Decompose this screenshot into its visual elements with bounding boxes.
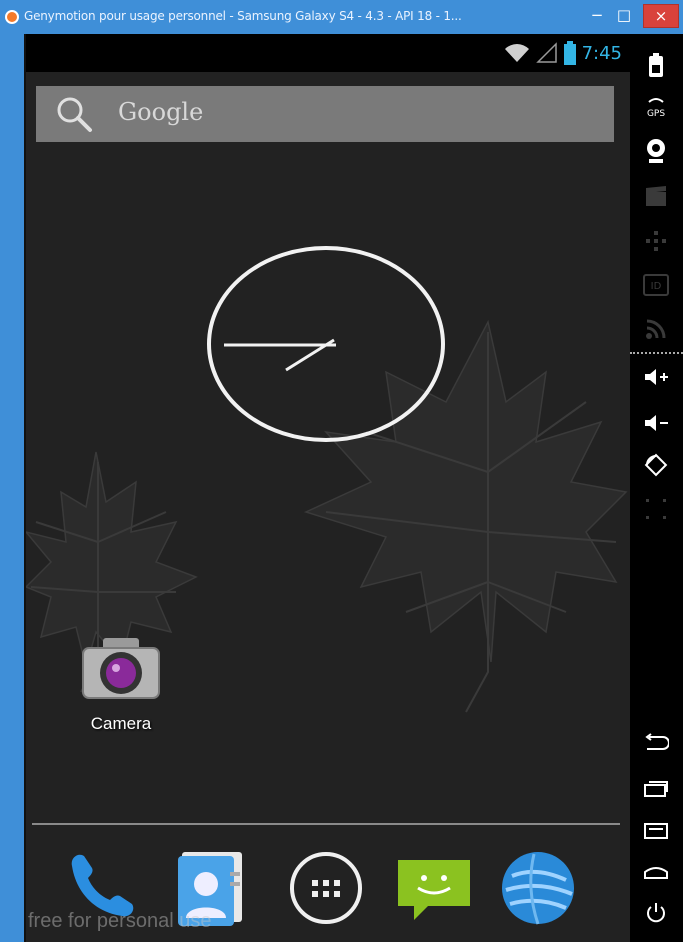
search-label: Google [118,98,204,126]
camera-icon [82,638,160,699]
status-bar: 7:45 [26,34,630,72]
resize-icon [646,499,666,519]
app-drawer-button[interactable] [284,846,368,930]
signal-icon [535,42,557,63]
volume-down-button[interactable] [636,406,676,440]
browser-icon [502,852,574,925]
home-button[interactable] [636,856,676,890]
svg-text:GPS: GPS [647,109,665,119]
camera-app-shortcut[interactable]: Camera [66,634,176,744]
id-icon: ID [643,274,669,296]
power-icon [647,903,665,923]
wifi-icon [504,44,529,62]
network-widget-button[interactable] [636,312,676,346]
device-id-widget-button[interactable]: ID [636,268,676,302]
maple-leaf-wallpaper [26,319,628,713]
volume-up-icon [645,369,668,385]
power-button[interactable] [636,896,676,930]
window-title: Genymotion pour usage personnel - Samsun… [24,9,462,23]
gps-widget-button[interactable]: GPS [636,90,676,124]
window-frame-left [0,34,26,942]
analog-clock-widget[interactable] [206,244,446,444]
status-icons: 7:45 [504,40,622,66]
capture-widget-button[interactable] [636,180,676,214]
volume-up-button[interactable] [636,360,676,394]
back-icon [645,733,669,750]
volume-down-icon [645,415,668,431]
menu-icon [644,823,668,839]
battery-icon [649,53,663,77]
back-button[interactable] [636,726,676,760]
dock-divider [32,823,620,825]
search-icon [57,97,92,132]
messaging-app-button[interactable] [392,846,476,930]
home-icon [644,867,668,879]
rotate-button[interactable] [636,448,676,482]
genymotion-app-icon [5,10,19,24]
camera-app-label: Camera [90,714,152,733]
browser-app-button[interactable] [496,846,580,930]
close-button[interactable]: × [643,4,679,28]
dpad-widget-button[interactable] [636,224,676,258]
dpad-icon [646,231,666,251]
battery-widget-button[interactable] [636,48,676,82]
window-title-bar[interactable]: Genymotion pour usage personnel - Samsun… [0,0,683,34]
menu-button[interactable] [636,814,676,848]
clapperboard-icon [646,186,666,206]
app-drawer-icon [290,852,362,924]
google-search-bar[interactable]: Google [36,86,614,142]
recent-apps-icon [644,781,668,797]
camera-webcam-icon [647,139,665,163]
gps-icon: GPS [647,98,665,119]
maximize-button[interactable]: □ [613,4,635,28]
genymotion-window: Genymotion pour usage personnel - Samsun… [0,0,683,942]
messaging-icon [398,860,470,920]
rotate-icon [644,453,668,477]
rss-icon [646,319,666,339]
recent-apps-button[interactable] [636,772,676,806]
battery-icon [563,41,576,65]
minimize-button[interactable]: − [586,4,608,28]
status-time: 7:45 [581,42,622,64]
toolbar-separator [630,352,683,354]
genymotion-toolbar: GPS ID [630,34,683,942]
webcam-widget-button[interactable] [636,134,676,168]
resize-button[interactable] [636,492,676,526]
svg-text:ID: ID [651,281,662,292]
personal-use-watermark: free for personal use [28,910,212,932]
android-screen[interactable]: 7:45 Google Camera free for personal use [26,34,630,942]
